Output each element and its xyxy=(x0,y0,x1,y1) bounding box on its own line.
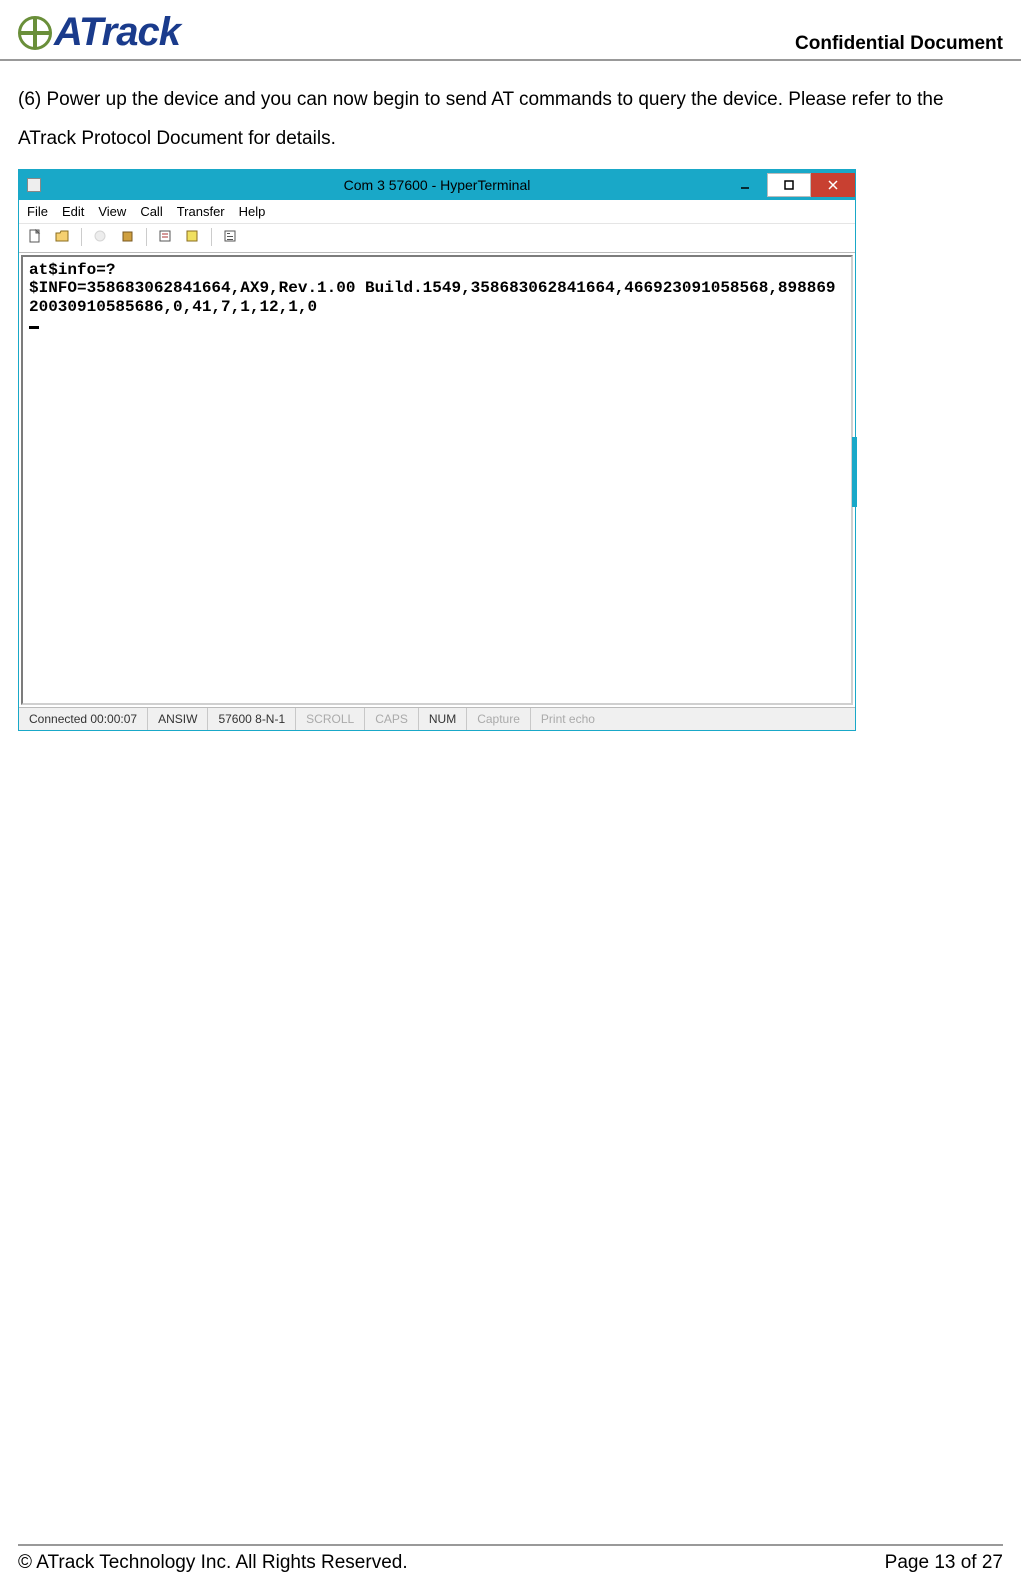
status-emulation: ANSIW xyxy=(148,708,208,730)
page-number: Page 13 of 27 xyxy=(885,1552,1003,1574)
disconnect-icon[interactable] xyxy=(119,228,136,245)
terminal-text: at$info=? $INFO=358683062841664,AX9,Rev.… xyxy=(29,261,836,316)
connect-icon[interactable] xyxy=(92,228,109,245)
menu-call[interactable]: Call xyxy=(140,204,162,219)
menubar: File Edit View Call Transfer Help xyxy=(19,200,855,224)
instruction-paragraph: (6) Power up the device and you can now … xyxy=(0,61,1021,169)
close-button[interactable] xyxy=(811,173,855,197)
app-icon xyxy=(27,178,41,192)
status-caps: CAPS xyxy=(365,708,419,730)
confidential-label: Confidential Document xyxy=(795,33,1003,55)
copyright: © ATrack Technology Inc. All Rights Rese… xyxy=(18,1552,408,1574)
page-header: ATrack Confidential Document xyxy=(0,0,1021,61)
terminal-output[interactable]: at$info=? $INFO=358683062841664,AX9,Rev.… xyxy=(21,255,853,705)
status-connected: Connected 00:00:07 xyxy=(19,708,148,730)
edge-artifact xyxy=(852,437,857,507)
status-print-echo: Print echo xyxy=(531,708,605,730)
toolbar-separator xyxy=(211,228,212,246)
toolbar-separator xyxy=(81,228,82,246)
receive-icon[interactable] xyxy=(184,228,201,245)
send-icon[interactable] xyxy=(157,228,174,245)
logo: ATrack xyxy=(18,10,180,55)
minimize-icon xyxy=(739,179,751,191)
toolbar xyxy=(19,224,855,253)
close-icon xyxy=(827,179,839,191)
maximize-icon xyxy=(783,179,795,191)
new-file-icon[interactable] xyxy=(27,228,44,245)
minimize-button[interactable] xyxy=(723,173,767,197)
hyperterminal-window: Com 3 57600 - HyperTerminal File Edit Vi… xyxy=(18,169,856,731)
status-num: NUM xyxy=(419,708,467,730)
logo-target-icon xyxy=(18,16,52,50)
status-settings: 57600 8-N-1 xyxy=(208,708,296,730)
open-folder-icon[interactable] xyxy=(54,228,71,245)
cursor-icon xyxy=(29,326,39,329)
menu-help[interactable]: Help xyxy=(239,204,266,219)
toolbar-separator xyxy=(146,228,147,246)
properties-icon[interactable] xyxy=(222,228,239,245)
logo-text: ATrack xyxy=(54,10,180,55)
status-scroll: SCROLL xyxy=(296,708,365,730)
maximize-button[interactable] xyxy=(767,173,811,197)
menu-transfer[interactable]: Transfer xyxy=(177,204,225,219)
menu-edit[interactable]: Edit xyxy=(62,204,84,219)
window-controls xyxy=(723,173,855,197)
titlebar: Com 3 57600 - HyperTerminal xyxy=(19,170,855,200)
status-capture: Capture xyxy=(467,708,531,730)
page-footer: © ATrack Technology Inc. All Rights Rese… xyxy=(18,1544,1003,1574)
statusbar: Connected 00:00:07 ANSIW 57600 8-N-1 SCR… xyxy=(19,707,855,730)
menu-file[interactable]: File xyxy=(27,204,48,219)
menu-view[interactable]: View xyxy=(98,204,126,219)
